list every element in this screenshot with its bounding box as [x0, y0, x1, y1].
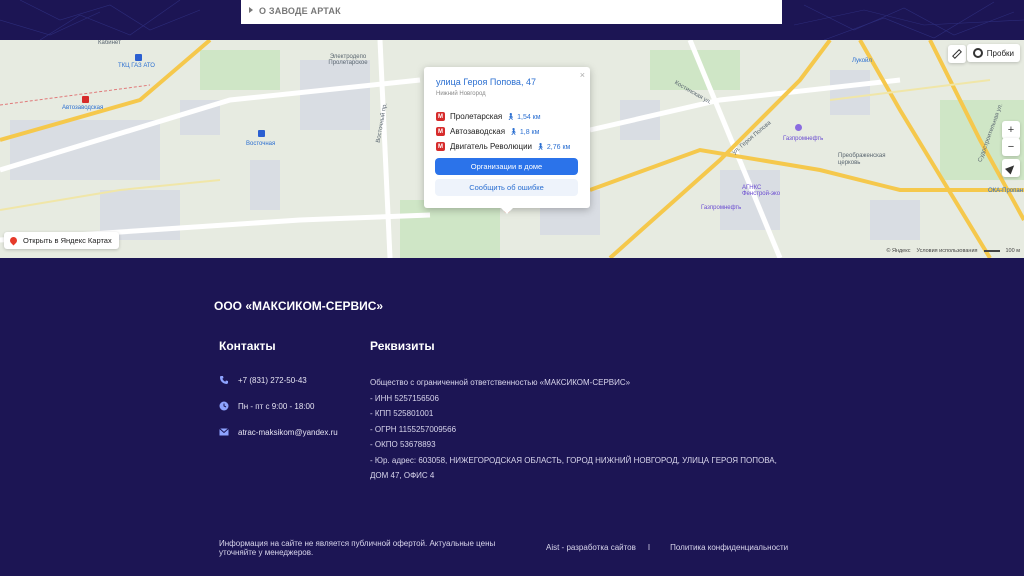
- map-label-gazpromneft-2: Газпромнефть: [701, 205, 742, 211]
- walk-distance: 🚶︎ 1,8 км: [509, 128, 540, 136]
- breadcrumb-panel: О ЗАВОДЕ АРТАК: [241, 0, 782, 24]
- zoom-out-button[interactable]: −: [1002, 138, 1020, 156]
- caret-right-icon: [249, 7, 253, 13]
- requisites-line: - ОКПО 53678893: [370, 440, 436, 449]
- map-label-lukoil: Лукойл: [852, 58, 872, 64]
- scale-bar: [983, 250, 1000, 252]
- map-label-vostochnaya: Восточная: [246, 141, 276, 147]
- email-row[interactable]: atrac-maksikom@yandex.ru: [219, 426, 338, 438]
- metro-station-icon: [258, 130, 265, 137]
- geolocation-button[interactable]: [1002, 159, 1020, 177]
- map-attribution: © Яндекс Условия использования 100 м: [886, 248, 1020, 254]
- privacy-policy-link[interactable]: Политика конфиденциальности: [670, 543, 788, 552]
- link-separator: I: [647, 543, 651, 552]
- hours-row: Пн - пт с 9:00 - 18:00: [219, 400, 314, 412]
- walking-icon: 🚶︎: [509, 128, 518, 136]
- requisites-line: - Юр. адрес: 603058, НИЖЕГОРОДСКАЯ ОБЛАС…: [370, 455, 777, 465]
- metro-icon: M: [436, 112, 445, 121]
- developer-link[interactable]: Aist - разработка сайтов: [546, 543, 636, 552]
- breadcrumb-label: О ЗАВОДЕ АРТАК: [259, 6, 341, 16]
- metro-station-icon: [82, 96, 89, 103]
- map-label-tkts: ТКЦ ГАЗ АТО: [118, 63, 155, 69]
- close-icon[interactable]: ×: [580, 70, 585, 80]
- ruler-button[interactable]: [948, 45, 966, 63]
- map-label-elektrodepo: Электродепо Пролетарское: [328, 54, 368, 66]
- disclaimer: Информация на сайте не является публично…: [219, 539, 496, 557]
- network-decoration-right: [794, 1, 1024, 40]
- popup-address[interactable]: улица Героя Попова, 47: [436, 77, 536, 87]
- map-label-kabinet: Кабинет: [98, 40, 121, 46]
- yandex-copyright[interactable]: © Яндекс: [886, 248, 910, 254]
- yandex-map[interactable]: Кабинет ТКЦ ГАЗ АТО Автозаводская Восточ…: [0, 40, 1024, 258]
- station-name: Пролетарская: [450, 112, 503, 121]
- report-error-button[interactable]: Сообщить об ошибке: [435, 179, 578, 196]
- working-hours: Пн - пт с 9:00 - 18:00: [238, 401, 315, 411]
- metro-station-row: M Автозаводская 🚶︎ 1,8 км: [436, 124, 586, 139]
- map-label-oka: ОКА-Пропан: [988, 188, 1024, 194]
- organizations-button[interactable]: Организации в доме: [435, 158, 578, 175]
- requisites-line: - ОГРН 1155257009566: [370, 424, 457, 434]
- phone-icon: [219, 375, 229, 385]
- company-name: ООО «МАКСИКОМ-СЕРВИС»: [214, 299, 384, 313]
- metro-station-row: M Двигатель Революции 🚶︎ 2,76 км: [436, 139, 586, 154]
- walk-distance: 🚶︎ 2,76 км: [536, 143, 571, 151]
- contacts-title: Контакты: [219, 339, 276, 353]
- open-in-yandex-label: Открыть в Яндекс Картах: [23, 236, 112, 245]
- clock-icon: [219, 401, 229, 411]
- phone-row[interactable]: +7 (831) 272-50-43: [219, 374, 307, 386]
- station-name: Автозаводская: [450, 127, 506, 136]
- location-arrow-icon: [1004, 161, 1018, 175]
- requisites-line: Общество с ограниченной ответственностью…: [370, 378, 631, 387]
- walking-icon: 🚶︎: [506, 113, 516, 121]
- email-address: atrac-maksikom@yandex.ru: [238, 427, 338, 437]
- map-popup: × улица Героя Попова, 47 Нижний Новгород…: [424, 67, 590, 214]
- traffic-button[interactable]: Пробки: [966, 44, 1020, 62]
- traffic-label: Пробки: [986, 48, 1014, 58]
- metro-list: M Пролетарская 🚶︎ 1,54 км M Автозаводска…: [436, 109, 586, 154]
- ruler-icon: [952, 49, 962, 59]
- popup-tail: [501, 208, 513, 214]
- scale-label: 100 м: [1005, 248, 1021, 254]
- phone-number: +7 (831) 272-50-43: [238, 375, 307, 385]
- network-decoration-left: [0, 0, 201, 40]
- top-band: О ЗАВОДЕ АРТАК: [0, 0, 1024, 40]
- map-label-gazpromneft-1: Газпромнефть: [783, 136, 824, 142]
- station-name: Двигатель Революции: [450, 142, 533, 151]
- map-label-preobrazhenskaya: Преображенская церковь: [838, 153, 886, 166]
- walking-icon: 🚶︎: [536, 143, 545, 151]
- map-label-avtozavodskaya: Автозаводская: [62, 105, 104, 111]
- terms-link[interactable]: Условия использования: [916, 248, 977, 254]
- open-in-yandex-maps-button[interactable]: Открыть в Яндекс Картах: [4, 232, 119, 249]
- requisites-line: ДОМ 47, ОФИС 4: [370, 471, 435, 480]
- traffic-icon: [972, 48, 983, 58]
- walk-distance: 🚶︎ 1,54 км: [506, 113, 541, 121]
- requisites-line: - КПП 525801001: [370, 409, 434, 418]
- requisites-list: Общество с ограниченной ответственностью…: [370, 375, 800, 484]
- metro-icon: M: [436, 127, 445, 136]
- breadcrumb[interactable]: О ЗАВОДЕ АРТАК: [249, 6, 341, 16]
- popup-city: Нижний Новгород: [436, 91, 486, 97]
- footer-links: Aist - разработка сайтов I Политика конф…: [546, 543, 788, 552]
- map-pin-icon: [8, 235, 19, 246]
- requisites-line: - ИНН 5257156506: [370, 393, 439, 403]
- metro-station-row: M Пролетарская 🚶︎ 1,54 км: [436, 109, 586, 124]
- metro-icon: M: [436, 142, 445, 151]
- map-label-agnks: АГНКС Фенстрой-эко: [742, 185, 781, 197]
- zoom-in-button[interactable]: +: [1002, 121, 1020, 139]
- metro-station-icon: [135, 54, 142, 61]
- requisites-title: Реквизиты: [370, 339, 435, 353]
- mail-icon: [219, 427, 229, 437]
- fuel-station-icon: [795, 124, 802, 131]
